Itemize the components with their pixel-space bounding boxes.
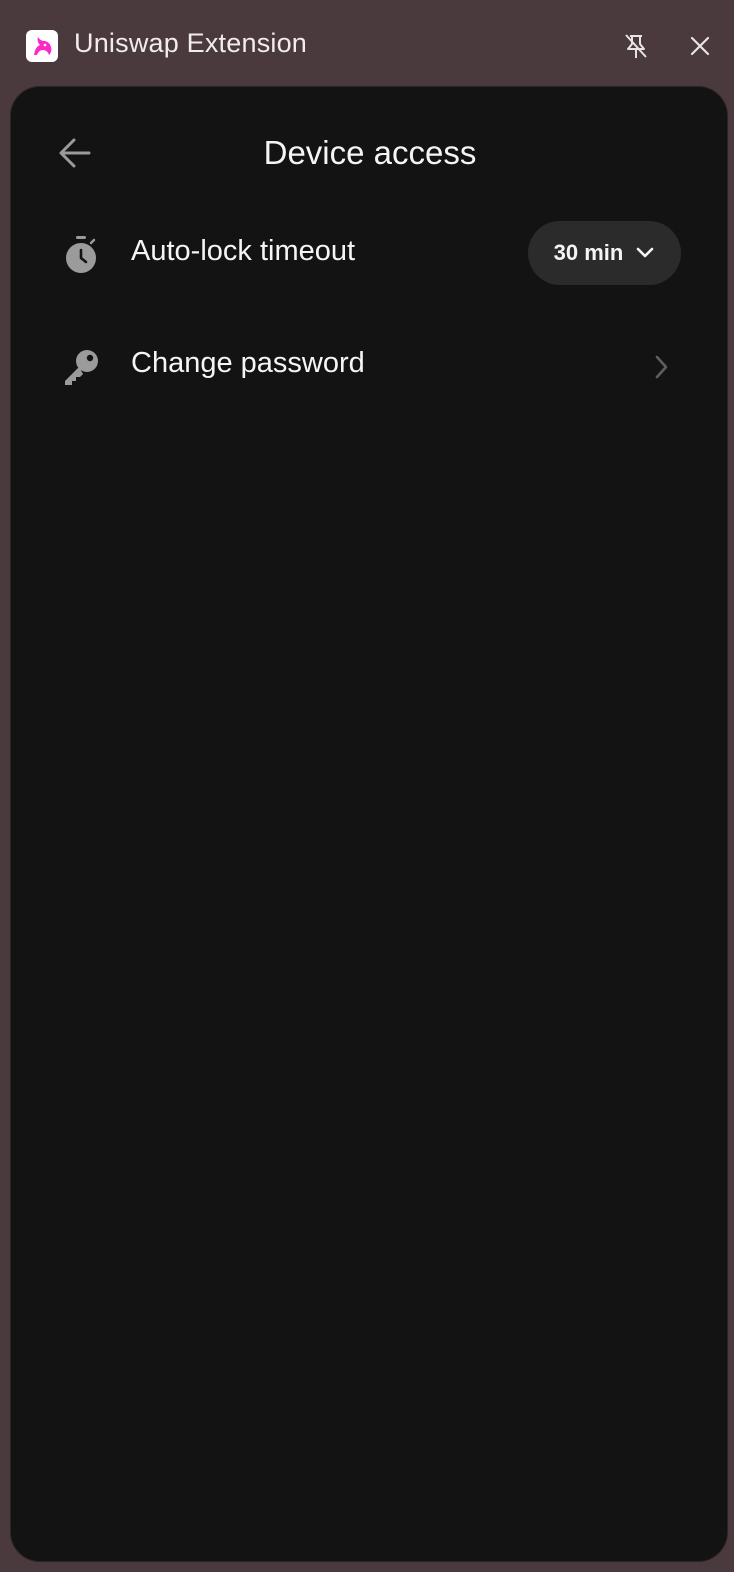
chevron-right-icon [647, 353, 675, 381]
window-title: Uniswap Extension [74, 28, 308, 58]
close-icon [690, 36, 710, 56]
stopwatch-icon [61, 235, 101, 275]
dropdown-selected-value: 30 min [553, 240, 624, 265]
page-title: Device access [263, 134, 477, 171]
uniswap-logo-icon [26, 30, 58, 62]
change-password-row[interactable]: Change password [11, 323, 729, 403]
auto-lock-timeout-label: Auto-lock timeout [131, 235, 356, 267]
chevron-down-icon [637, 247, 654, 258]
close-button[interactable] [682, 28, 718, 64]
unpin-icon [625, 34, 647, 58]
auto-lock-timeout-dropdown[interactable]: 30 min [528, 221, 681, 285]
extension-titlebar: Uniswap Extension [0, 0, 734, 92]
extension-panel: Device access Auto-lock timeout 30 min C… [10, 86, 728, 1562]
change-password-label: Change password [131, 347, 365, 379]
unpin-button[interactable] [618, 28, 654, 64]
key-icon [61, 347, 101, 387]
